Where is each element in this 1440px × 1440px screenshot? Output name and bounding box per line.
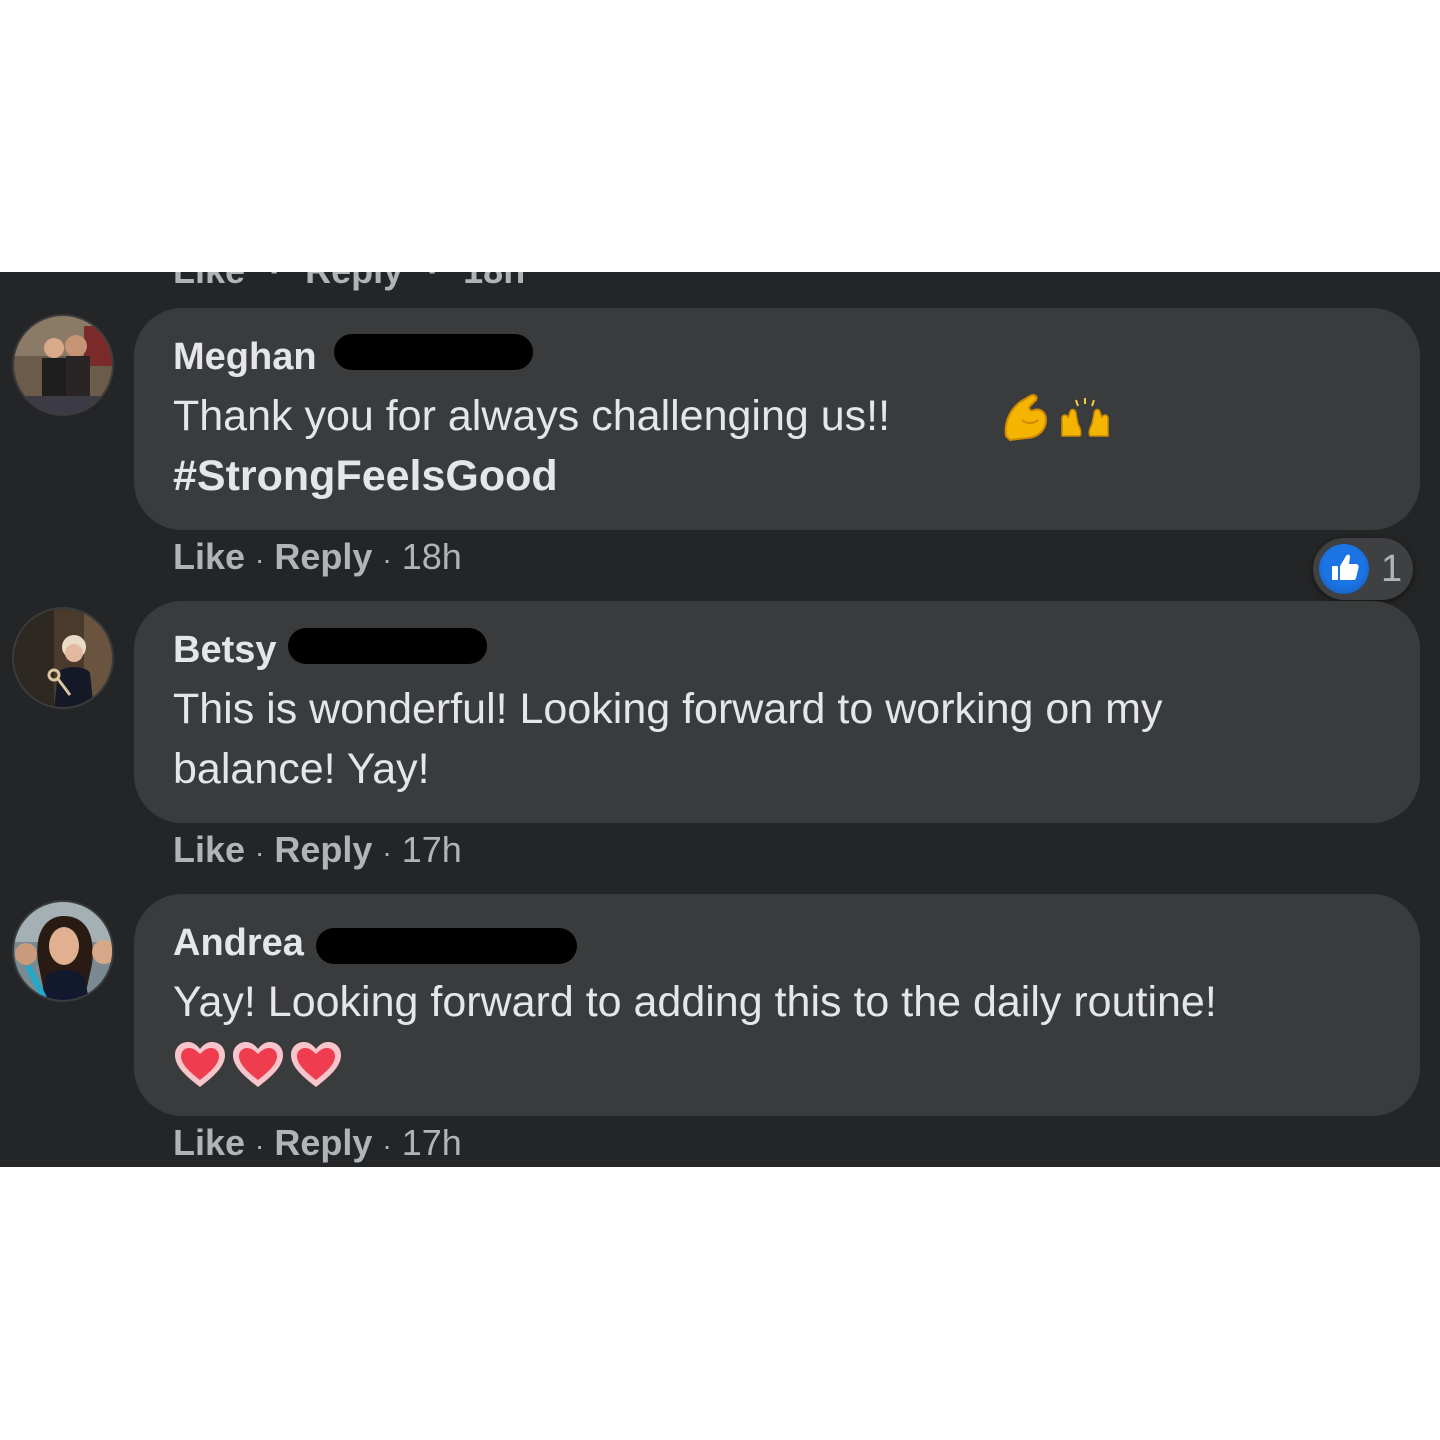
avatar[interactable] <box>12 900 114 1002</box>
like-icon <box>1319 544 1369 594</box>
avatar[interactable] <box>12 314 114 416</box>
comment-timestamp: 18h <box>463 272 525 291</box>
redacted-name <box>316 928 577 964</box>
reply-link[interactable]: Reply <box>274 536 372 577</box>
comment-author[interactable]: Meghan <box>173 336 317 379</box>
comment-actions: Like · Reply · 18h <box>173 536 462 577</box>
comment-hashtag[interactable]: #StrongFeelsGood <box>173 446 558 506</box>
comment-text: This is wonderful! Looking forward to wo… <box>173 685 1163 733</box>
comment-text: Thank you for always challenging us!! <box>173 392 891 440</box>
flexed-biceps-emoji <box>1004 394 1048 442</box>
like-link[interactable]: Like <box>173 829 245 870</box>
comment-bubble: Betsy This is wonderful! Looking forward… <box>134 601 1420 823</box>
comment-author[interactable]: Andrea <box>173 922 304 965</box>
like-link[interactable]: Like <box>173 272 245 291</box>
like-link[interactable]: Like <box>173 1122 245 1163</box>
reply-link[interactable]: Reply <box>274 829 372 870</box>
like-link[interactable]: Like <box>173 536 245 577</box>
redacted-name <box>334 334 533 370</box>
comments-panel: Like · Reply · 18h Meghan Thank you for … <box>0 272 1440 1167</box>
comment-bubble: Meghan Thank you for always challenging … <box>134 308 1420 530</box>
avatar[interactable] <box>12 607 114 709</box>
red-heart-emoji <box>233 1042 283 1087</box>
reply-link[interactable]: Reply <box>305 272 403 291</box>
comment-actions: Like · Reply · 17h <box>173 829 462 870</box>
reaction-badge[interactable]: 1 <box>1313 538 1413 600</box>
comment-text: Yay! Looking forward to adding this to t… <box>173 978 1217 1026</box>
comment-timestamp: 17h <box>401 1122 462 1163</box>
red-heart-emoji <box>291 1042 341 1087</box>
redacted-name <box>288 628 487 664</box>
comment-text: balance! Yay! <box>173 745 430 793</box>
raising-hands-emoji <box>1061 398 1109 437</box>
comment-actions: Like · Reply · 17h <box>173 1122 462 1163</box>
comment-bubble: Andrea Yay! Looking forward to adding th… <box>134 894 1420 1116</box>
comment-timestamp: 18h <box>401 536 462 577</box>
reply-link[interactable]: Reply <box>274 1122 372 1163</box>
comment-author[interactable]: Betsy <box>173 629 277 672</box>
red-heart-emoji <box>175 1042 225 1087</box>
reaction-count: 1 <box>1381 548 1403 590</box>
comment-meta-previous: Like · Reply · 18h <box>173 272 525 292</box>
comment-timestamp: 17h <box>401 829 462 870</box>
